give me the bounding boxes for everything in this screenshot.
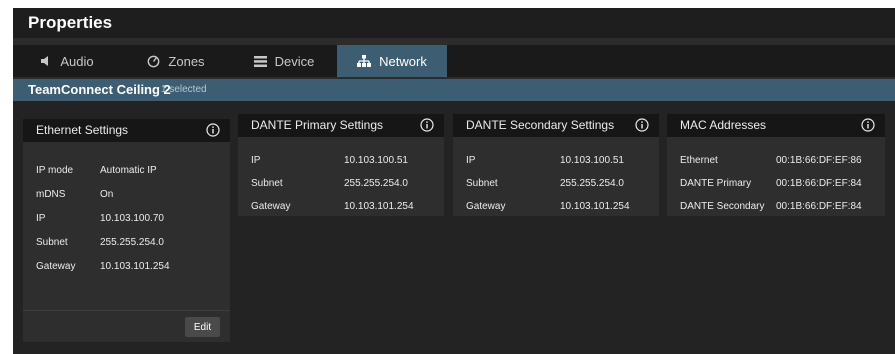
tab-bar: Audio Zones Device Network <box>13 45 895 77</box>
title-bar: Properties <box>13 8 895 38</box>
info-row: IP 10.103.100.51 <box>453 155 659 169</box>
panel-header: Ethernet Settings <box>23 119 230 142</box>
row-label: IP mode <box>36 165 74 176</box>
info-row: Gateway 10.103.101.254 <box>238 201 444 215</box>
properties-window: Properties Audio Zones Device Network Te… <box>13 8 895 354</box>
tab-network[interactable]: Network <box>337 45 447 77</box>
info-row: IP mode Automatic IP <box>23 165 230 179</box>
device-list-icon <box>253 55 267 67</box>
row-value: On <box>100 189 114 200</box>
row-label: DANTE Secondary <box>680 201 765 212</box>
tab-device-label: Device <box>274 53 315 69</box>
tab-zones-label: Zones <box>168 53 205 69</box>
row-value: 00:1B:66:DF:EF:84 <box>776 178 862 189</box>
info-row: Subnet 255.255.254.0 <box>23 237 230 251</box>
row-value: 10.103.100.51 <box>344 155 408 166</box>
ethernet-settings-panel: Ethernet Settings IP mode Automatic IP m… <box>23 119 230 342</box>
row-label: DANTE Primary <box>680 178 752 189</box>
row-value: 255.255.254.0 <box>344 178 408 189</box>
info-row: IP 10.103.100.51 <box>238 155 444 169</box>
info-row: DANTE Primary 00:1B:66:DF:EF:84 <box>667 178 885 192</box>
row-label: Subnet <box>466 178 498 189</box>
info-row: Subnet 255.255.254.0 <box>238 178 444 192</box>
row-value: 10.103.101.254 <box>100 261 170 272</box>
row-label: IP <box>466 155 476 166</box>
info-row: Gateway 10.103.101.254 <box>453 201 659 215</box>
mac-addresses-panel: MAC Addresses Ethernet 00:1B:66:DF:EF:86… <box>667 114 885 216</box>
dante-primary-settings-panel: DANTE Primary Settings IP 10.103.100.51 … <box>238 114 444 216</box>
row-value: 10.103.100.51 <box>560 155 624 166</box>
row-label: Ethernet <box>680 155 718 166</box>
row-label: Subnet <box>36 237 68 248</box>
tab-zones[interactable]: Zones <box>121 45 231 77</box>
row-value: 10.103.101.254 <box>560 201 630 212</box>
device-name: TeamConnect Ceiling 2 <box>28 82 171 97</box>
row-label: IP <box>251 155 261 166</box>
panel-title: DANTE Primary Settings <box>251 118 384 132</box>
panel-header: DANTE Primary Settings <box>238 114 444 137</box>
panel-footer: Edit <box>23 310 230 342</box>
row-value: 10.103.100.70 <box>100 213 164 224</box>
panel-title: DANTE Secondary Settings <box>466 118 615 132</box>
network-content: Ethernet Settings IP mode Automatic IP m… <box>13 101 895 354</box>
row-label: Gateway <box>466 201 506 212</box>
tab-device[interactable]: Device <box>231 45 337 77</box>
tab-network-label: Network <box>379 53 427 69</box>
panel-header: MAC Addresses <box>667 114 885 137</box>
row-value: 00:1B:66:DF:EF:84 <box>776 201 862 212</box>
row-label: Subnet <box>251 178 283 189</box>
info-icon[interactable] <box>206 123 220 137</box>
row-value: 00:1B:66:DF:EF:86 <box>776 155 862 166</box>
panel-title: Ethernet Settings <box>36 123 129 137</box>
row-label: mDNS <box>36 189 66 200</box>
row-value: 255.255.254.0 <box>560 178 624 189</box>
zones-dial-icon <box>147 55 160 68</box>
row-value: 255.255.254.0 <box>100 237 164 248</box>
row-label: IP <box>36 213 46 224</box>
selection-bar: TeamConnect Ceiling 2 1 selected <box>13 79 895 101</box>
info-icon[interactable] <box>420 118 434 132</box>
info-row: IP 10.103.100.70 <box>23 213 230 227</box>
panel-header: DANTE Secondary Settings <box>453 114 659 137</box>
selection-count: 1 selected <box>161 84 207 95</box>
row-value: Automatic IP <box>100 165 157 176</box>
row-label: Gateway <box>36 261 76 272</box>
info-row: DANTE Secondary 00:1B:66:DF:EF:84 <box>667 201 885 215</box>
info-icon[interactable] <box>861 118 875 132</box>
info-row: Subnet 255.255.254.0 <box>453 178 659 192</box>
info-icon[interactable] <box>635 118 649 132</box>
row-value: 10.103.101.254 <box>344 201 414 212</box>
window-title: Properties <box>28 13 113 32</box>
network-icon <box>357 55 372 67</box>
dante-secondary-settings-panel: DANTE Secondary Settings IP 10.103.100.5… <box>453 114 659 216</box>
row-label: Gateway <box>251 201 291 212</box>
edit-button[interactable]: Edit <box>185 317 220 337</box>
info-row: Gateway 10.103.101.254 <box>23 261 230 275</box>
info-row: Ethernet 00:1B:66:DF:EF:86 <box>667 155 885 169</box>
tab-audio-label: Audio <box>60 53 94 69</box>
panel-title: MAC Addresses <box>680 118 767 132</box>
tab-audio[interactable]: Audio <box>13 45 121 77</box>
info-row: mDNS On <box>23 189 230 203</box>
speaker-icon <box>40 55 52 67</box>
